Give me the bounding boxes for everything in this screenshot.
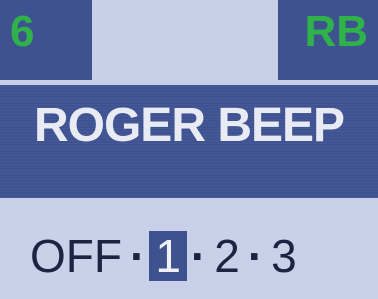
- option-separator: ·: [190, 230, 207, 282]
- option-separator: ·: [247, 230, 264, 282]
- option-1-selected[interactable]: 1: [149, 231, 187, 281]
- option-separator: ·: [129, 230, 146, 282]
- status-bar-center-panel: [92, 0, 278, 80]
- menu-title: ROGER BEEP: [33, 99, 345, 152]
- channel-number: 6: [10, 7, 35, 56]
- lcd-screen: 6 RB ROGER BEEP OFF · 1 · 2 · 3: [0, 0, 378, 299]
- option-off[interactable]: OFF: [26, 233, 126, 279]
- option-list: OFF · 1 · 2 · 3: [26, 230, 301, 282]
- option-3[interactable]: 3: [267, 233, 301, 279]
- mode-code: RB: [304, 7, 368, 56]
- option-2[interactable]: 2: [210, 233, 244, 279]
- status-bar: 6 RB: [0, 0, 378, 80]
